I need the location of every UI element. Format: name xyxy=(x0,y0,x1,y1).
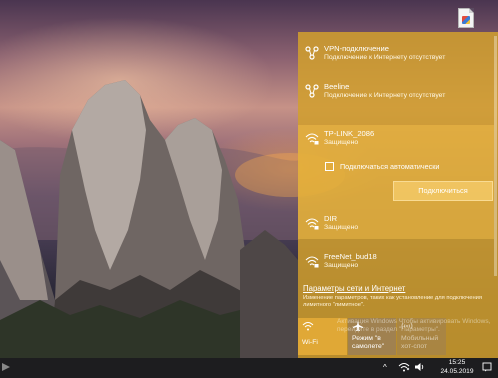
tray-expand-chevron[interactable]: ^ xyxy=(383,363,387,372)
network-settings-link[interactable]: Параметры сети и Интернет xyxy=(303,284,405,293)
desktop-file-icon[interactable] xyxy=(458,8,474,28)
network-name: FreeNet_bud18 xyxy=(324,252,377,261)
network-item-vpn[interactable]: VPN-подключение Подключение к Интернету … xyxy=(298,42,494,70)
network-status: Подключение к Интернету отсутствует xyxy=(324,54,446,61)
wifi-secured-icon xyxy=(305,256,319,268)
network-status: Защищено xyxy=(324,224,359,231)
tray-time: 15:25 xyxy=(448,359,466,366)
vpn-icon xyxy=(305,46,319,60)
network-settings-description: Изменение параметров, таких как установл… xyxy=(303,295,483,308)
network-name: Beeline xyxy=(324,82,350,91)
tile-label: Мобильный хот-спот xyxy=(401,335,439,350)
network-status: Подключение к Интернету отсутствует xyxy=(324,92,446,99)
network-status: Защищено xyxy=(324,262,359,269)
network-item-dir[interactable]: DIR Защищено xyxy=(298,212,494,240)
tray-date: 24.05.2019 xyxy=(440,368,474,375)
auto-connect-checkbox[interactable] xyxy=(325,162,334,171)
network-name: DIR xyxy=(324,214,338,223)
start-edge-icon[interactable] xyxy=(2,363,10,371)
tray-speaker-icon[interactable] xyxy=(414,362,426,372)
connect-button[interactable]: Подключиться xyxy=(393,181,493,201)
action-center-icon[interactable] xyxy=(482,362,492,372)
flyout-scrollbar[interactable] xyxy=(494,36,497,276)
network-name: TP-LINK_2086 xyxy=(324,129,375,138)
wifi-secured-icon xyxy=(305,218,319,230)
network-status: Защищено xyxy=(324,139,359,146)
tile-label: Режим "в самолете" xyxy=(352,335,385,350)
network-name: VPN-подключение xyxy=(324,44,389,53)
activation-watermark: Активация Windows Чтобы активировать Win… xyxy=(337,318,491,333)
auto-connect-label: Подключаться автоматически xyxy=(340,162,440,171)
tray-wifi-icon[interactable] xyxy=(398,362,410,372)
vpn-icon xyxy=(305,84,319,98)
tray-clock[interactable]: 15:25 24.05.2019 xyxy=(437,358,477,376)
network-item-tp-link[interactable]: TP-LINK_2086 Защищено xyxy=(298,127,494,155)
wifi-secured-icon xyxy=(305,133,319,145)
wifi-icon xyxy=(302,322,314,331)
network-item-beeline[interactable]: Beeline Подключение к Интернету отсутств… xyxy=(298,80,494,108)
file-fold-corner xyxy=(469,8,474,13)
network-item-freenet[interactable]: FreeNet_bud18 Защищено xyxy=(298,250,494,278)
file-thumbnail xyxy=(462,16,470,24)
tile-label: Wi-Fi xyxy=(302,339,318,346)
